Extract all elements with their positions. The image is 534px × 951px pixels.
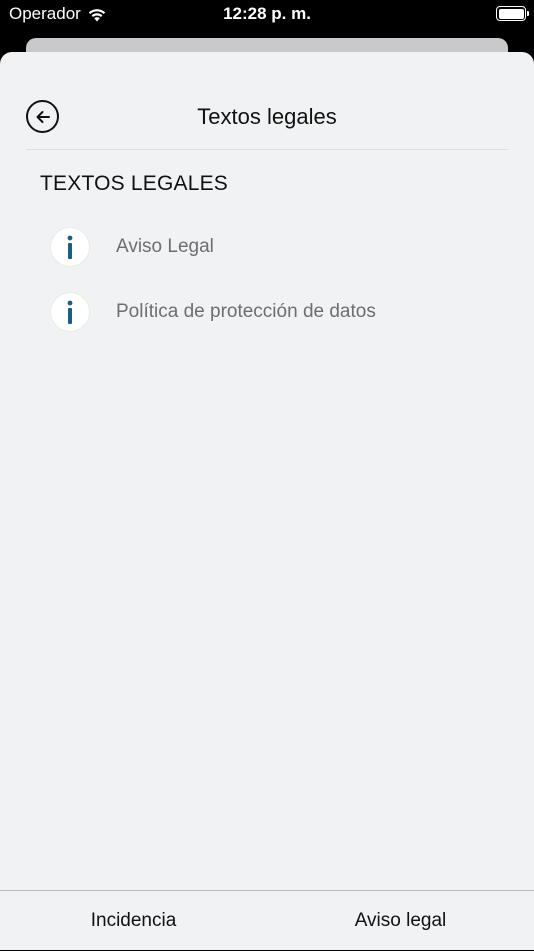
list-item-label: Política de protección de datos bbox=[116, 301, 376, 322]
list-item-label: Aviso Legal bbox=[116, 236, 214, 257]
list-item-aviso-legal[interactable]: Aviso Legal bbox=[50, 225, 490, 269]
bottom-bar: Incidencia Aviso legal bbox=[0, 890, 534, 950]
nav-header: Textos legales bbox=[26, 52, 508, 150]
info-icon bbox=[50, 292, 90, 332]
page-title: Textos legales bbox=[197, 104, 337, 129]
section-title: TEXTOS LEGALES bbox=[40, 172, 228, 195]
list-item-proteccion-datos[interactable]: Política de protección de datos bbox=[50, 290, 490, 334]
info-icon bbox=[50, 227, 90, 267]
aviso-legal-button[interactable]: Aviso legal bbox=[267, 891, 534, 951]
battery-icon bbox=[496, 6, 529, 21]
modal-sheet: Textos legales TEXTOS LEGALES Aviso Lega… bbox=[0, 52, 534, 950]
status-bar: Operador 12:28 p. m. bbox=[0, 0, 534, 38]
status-time: 12:28 p. m. bbox=[223, 4, 311, 23]
incidencia-button[interactable]: Incidencia bbox=[0, 891, 267, 951]
